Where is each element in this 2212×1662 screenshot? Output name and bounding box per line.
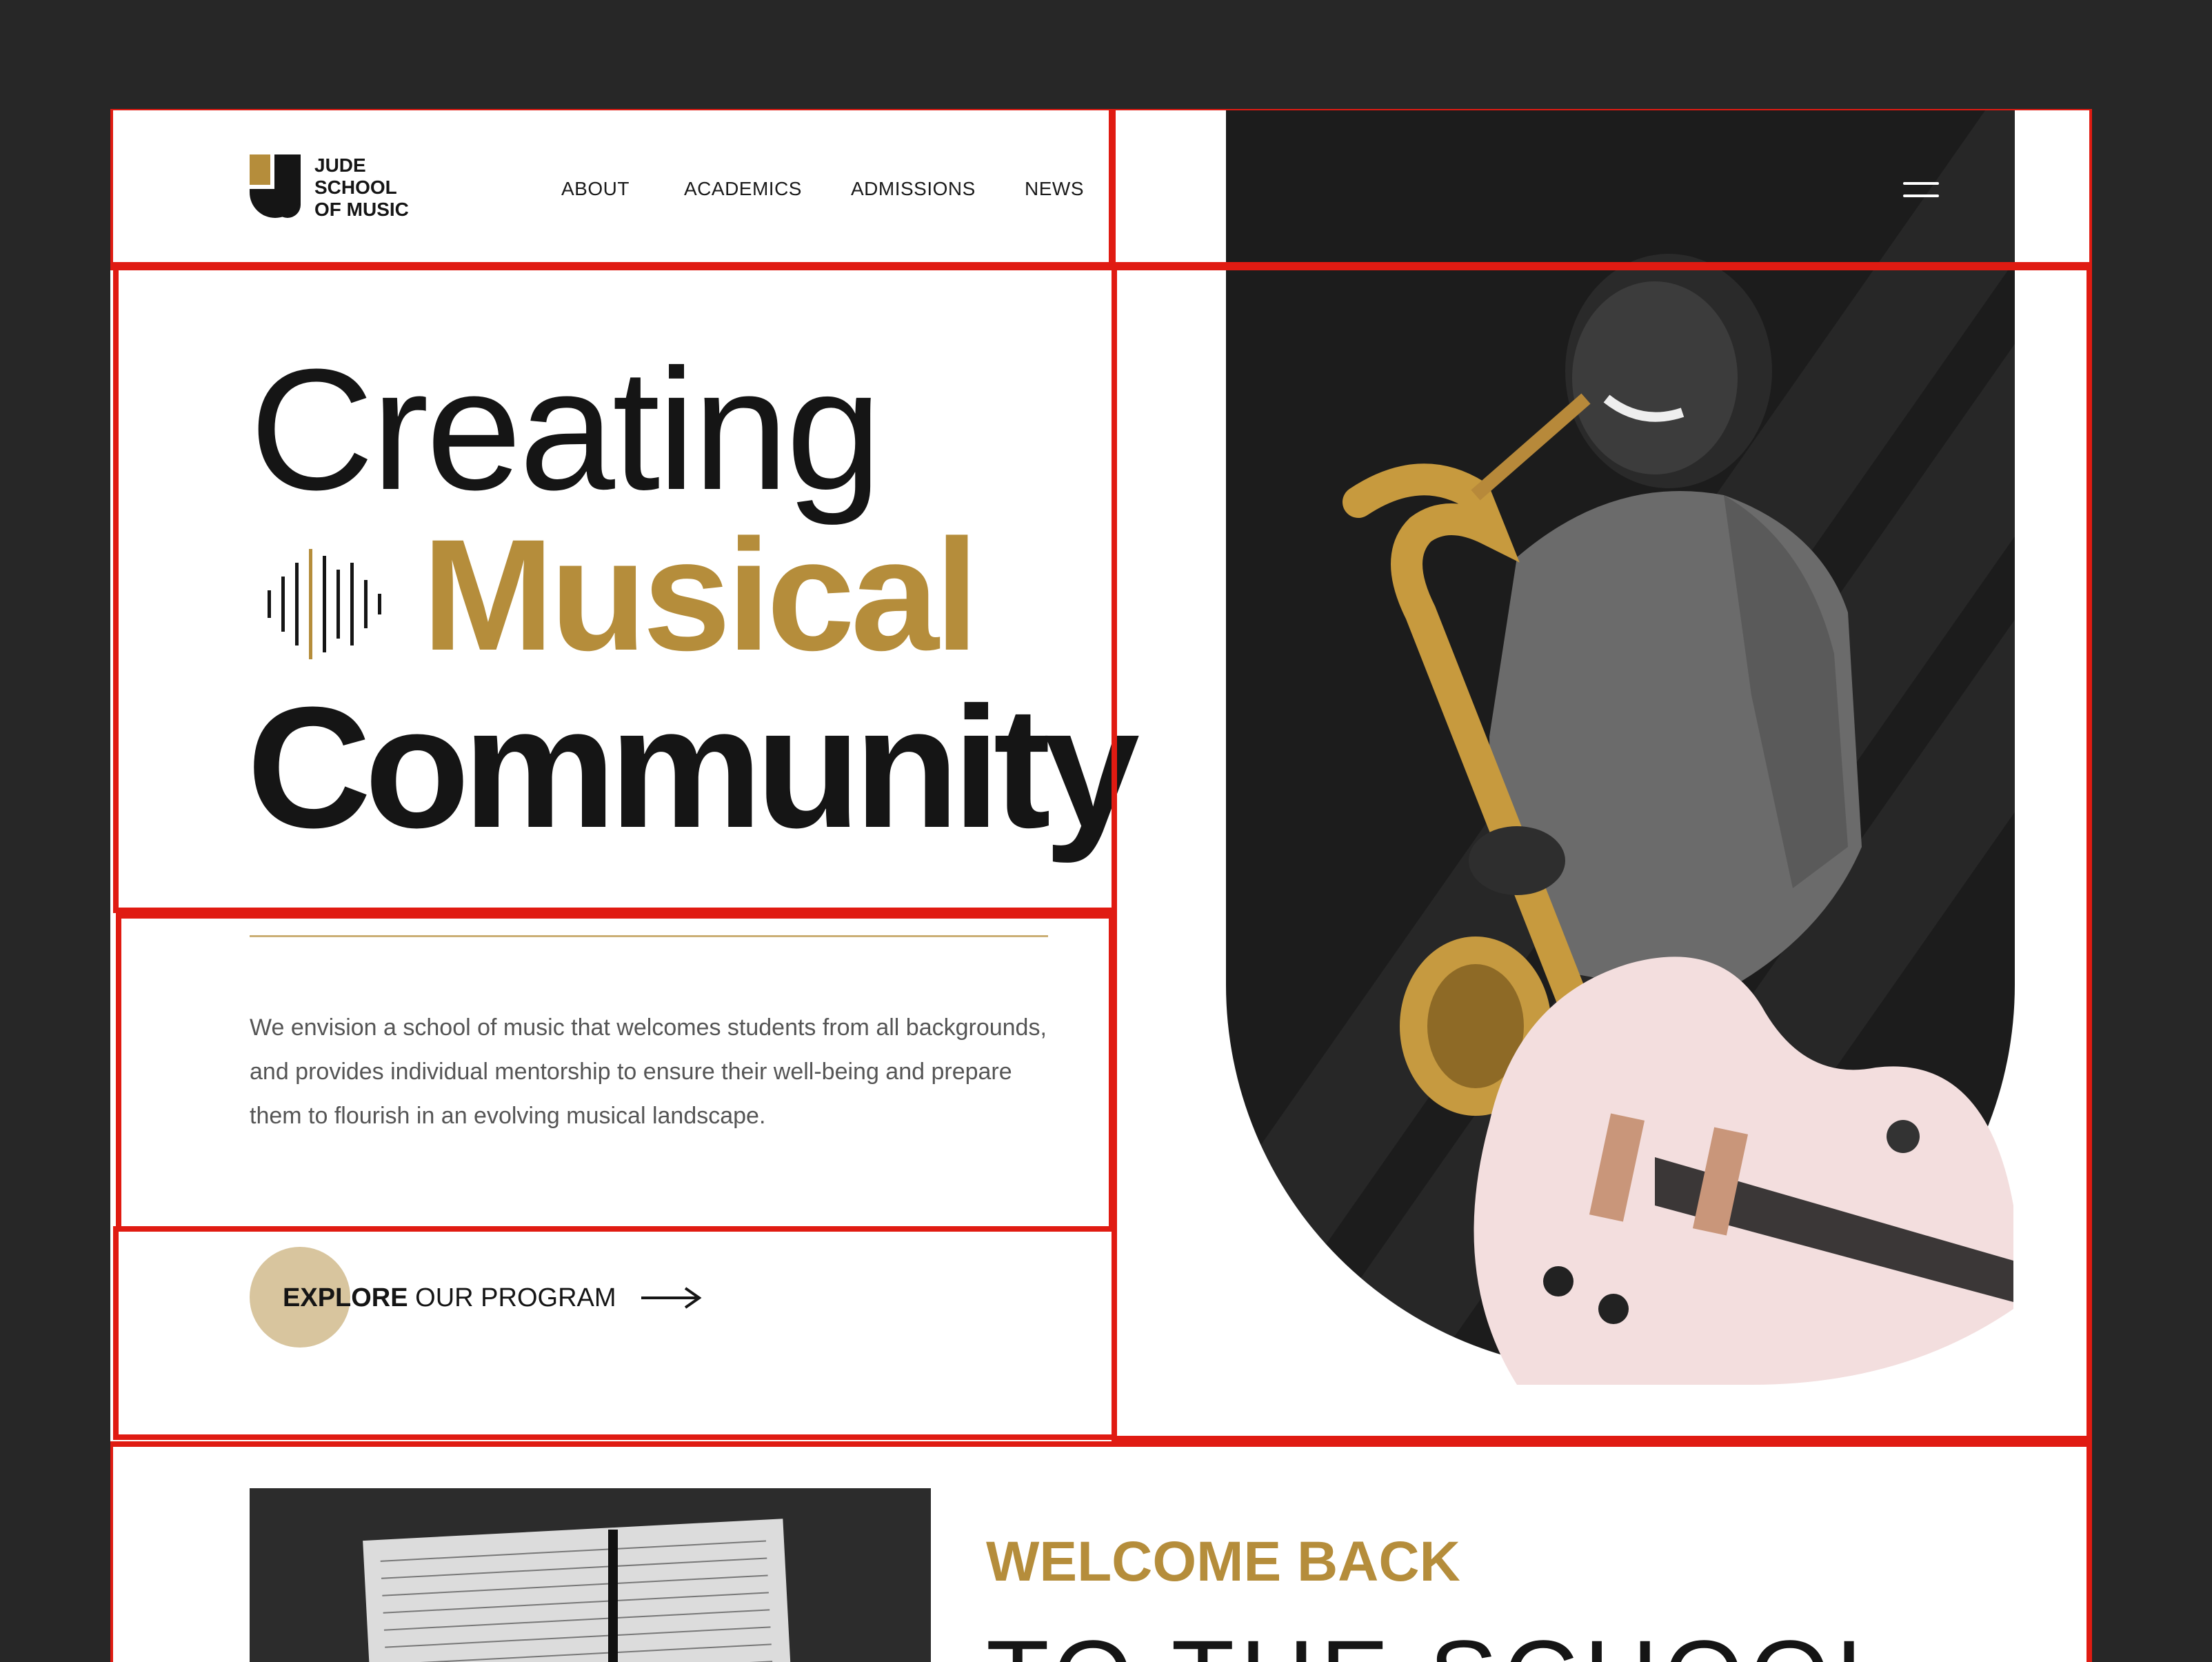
nav-item-about[interactable]: ABOUT — [561, 178, 630, 200]
hero-description: We envision a school of music that welco… — [250, 1014, 1047, 1129]
hero-title-line-3: Community — [247, 671, 1140, 863]
welcome-subheading: TO THE SCHOOL — [986, 1625, 1899, 1662]
explore-program-button[interactable]: EXPLORE OUR PROGRAM — [250, 1247, 732, 1348]
hero-title-line-2: Musical — [422, 506, 979, 683]
school-logo[interactable]: JUDE SCHOOL OF MUSIC — [250, 154, 429, 230]
cta-label-rest: OUR PROGRAM — [408, 1283, 616, 1312]
cta-label: EXPLORE OUR PROGRAM — [283, 1283, 616, 1313]
cta-label-bold: EXPLORE — [283, 1283, 408, 1312]
hero-musician-image — [1343, 254, 2013, 1385]
nav-item-news[interactable]: NEWS — [1025, 178, 1084, 200]
gold-divider — [250, 935, 1048, 937]
logo-text: JUDE SCHOOL OF MUSIC — [314, 154, 409, 221]
hero-title-line-1: Creating — [250, 333, 882, 525]
logo-line-3: OF MUSIC — [314, 199, 409, 220]
logo-line-1: JUDE — [314, 154, 366, 176]
page: JUDE SCHOOL OF MUSIC ABOUT ACADEMICS ADM… — [110, 109, 2092, 1662]
arrow-right-icon — [641, 1287, 702, 1309]
nav-item-academics[interactable]: ACADEMICS — [684, 178, 802, 200]
logo-j-icon — [250, 154, 303, 218]
welcome-heading: WELCOME BACK — [986, 1530, 1460, 1593]
nav-item-admissions[interactable]: ADMISSIONS — [851, 178, 976, 200]
sheet-music-photo — [250, 1488, 931, 1662]
sound-wave-icon — [268, 549, 381, 659]
logo-line-2: SCHOOL — [314, 177, 397, 198]
